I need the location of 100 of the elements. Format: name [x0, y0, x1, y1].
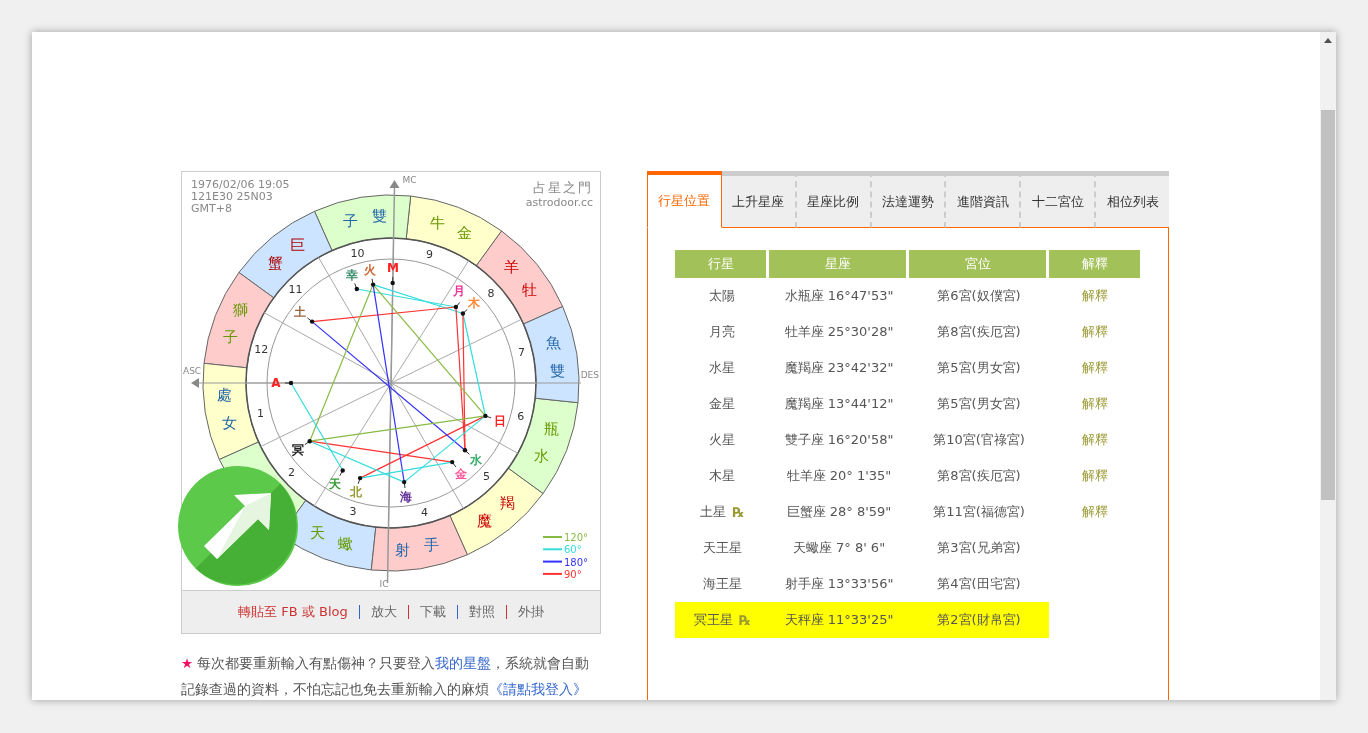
planet-label: 冥 — [291, 442, 304, 457]
site-name: 占星之門 — [533, 180, 593, 195]
house-cell-text: 第10宮(官祿宮) — [932, 431, 1026, 449]
explain-link[interactable]: 解釋 — [1081, 467, 1108, 485]
sign-cell-text: 射手座 13°33'56" — [783, 575, 895, 593]
house-number: 2 — [287, 466, 295, 480]
tab[interactable]: 進階資訊 — [946, 171, 1022, 228]
planet-cell-text: 木星 — [708, 467, 736, 485]
tab[interactable]: 星座比例 — [796, 171, 872, 228]
planet-marker — [304, 439, 312, 446]
zodiac-label: 牛金 — [429, 213, 472, 242]
sign-cell-text: 牡羊座 20° 1'35" — [785, 467, 893, 485]
planet-marker — [339, 468, 345, 477]
sign-cell-text: 天蠍座 7° 8' 6" — [791, 539, 887, 557]
zodiac-label: 處女 — [216, 385, 237, 433]
planet-cell-text: 天王星 — [701, 539, 743, 557]
house-cell-text: 第8宮(疾厄宮) — [936, 467, 1022, 485]
house-number: 1 — [256, 406, 264, 420]
birth-info-text: 121E30 25N03 — [191, 190, 273, 203]
birth-info-text: GMT+8 — [191, 202, 232, 215]
planet-marker — [483, 413, 492, 419]
planet-marker — [462, 448, 470, 455]
arrow-icon — [204, 493, 271, 559]
axis-label: IC — [379, 579, 389, 589]
tab[interactable]: 上升星座 — [721, 171, 797, 228]
explain-link[interactable]: 解釋 — [1081, 287, 1108, 305]
planet-label: 土 — [294, 305, 307, 320]
sign-cell-text: 魔羯座 23°42'32" — [783, 359, 895, 377]
house-cell-text: 第5宮(男女宮) — [936, 359, 1022, 377]
chart-link[interactable]: 下載 — [419, 603, 446, 621]
chart-link[interactable]: 轉貼至 FB 或 Blog — [238, 603, 348, 621]
planet-label: M — [387, 261, 399, 275]
zodiac-label: 子雙 — [343, 207, 387, 230]
planet-label: 日 — [493, 413, 506, 428]
planet-label: A — [271, 376, 281, 390]
tab[interactable]: 法達運勢 — [871, 171, 947, 228]
house-cell-text: 第11宮(福德宮) — [932, 503, 1026, 521]
planet-cell-text: 水星 — [708, 359, 736, 377]
planet-label: 海 — [400, 490, 413, 504]
sign-cell: 天秤座 11°33'25" — [769, 602, 909, 638]
explain-link[interactable]: 解釋 — [1081, 323, 1108, 341]
legend-label: 120° — [564, 532, 589, 543]
planet-label: 火 — [364, 262, 377, 277]
planet-label: 月 — [453, 283, 466, 298]
planet-cell-text: 火星 — [708, 431, 736, 449]
planet-cell: 冥王星 ℞ — [675, 602, 769, 638]
column-header: 解釋 — [1049, 250, 1140, 278]
sign-cell-text: 水瓶座 16°47'53" — [783, 287, 895, 305]
planet-marker — [402, 479, 407, 489]
scrollbar[interactable] — [1320, 32, 1336, 700]
house-number: 12 — [254, 342, 269, 356]
house-number: 4 — [421, 506, 429, 520]
chart-link[interactable]: 對照 — [468, 603, 495, 621]
sign-cell-text: 牡羊座 25°30'28" — [783, 323, 895, 341]
house-cell-text: 第3宮(兄弟宮) — [936, 539, 1022, 557]
legend-label: 60° — [564, 544, 582, 556]
zodiac-label: 魚雙 — [545, 333, 566, 381]
planet-label: 木 — [467, 296, 480, 311]
chart-link[interactable]: 外掛 — [517, 603, 544, 621]
planet-marker — [306, 317, 315, 324]
sign-cell-text: 巨蟹座 28° 8'59" — [785, 503, 893, 521]
sign-cell-text: 雙子座 16°20'58" — [783, 431, 895, 449]
planet-label: 水 — [470, 453, 483, 468]
house-cell-text: 第5宮(男女宮) — [936, 395, 1022, 413]
house-cell: 第2宮(財帛宮) — [909, 602, 1049, 638]
zodiac-label: 天蠍 — [310, 524, 353, 553]
axis-label: MC — [402, 175, 417, 185]
explain-link[interactable]: 解釋 — [1081, 503, 1108, 521]
explain-link[interactable]: 解釋 — [1081, 395, 1108, 413]
zodiac-label: 羊牡 — [503, 258, 537, 299]
sign-cell-text: 魔羯座 13°44'12" — [783, 395, 895, 413]
zodiac-label: 魔羯 — [476, 494, 515, 531]
planet-cell-text: 海王星 — [701, 575, 743, 593]
tab[interactable]: 行星位置 — [647, 171, 722, 228]
planet-cell-text: 土星 ℞ — [699, 503, 745, 522]
planet-marker — [284, 380, 294, 386]
zodiac-label: 蟹巨 — [267, 235, 306, 272]
chart-link[interactable]: 放大 — [370, 603, 397, 621]
login-link[interactable]: 《請點我登入》 — [489, 681, 587, 697]
tab[interactable]: 相位列表 — [1096, 171, 1169, 228]
zodiac-label: 射手 — [395, 536, 439, 559]
explain-link[interactable]: 解釋 — [1081, 359, 1108, 377]
column-header: 星座 — [769, 250, 909, 278]
tab[interactable]: 十二宮位 — [1021, 171, 1097, 228]
planet-label: 金 — [455, 467, 468, 481]
house-number: 7 — [518, 346, 526, 360]
house-number: 10 — [350, 246, 365, 260]
axis-label: DES — [580, 370, 599, 380]
zodiac-label: 瓶水 — [533, 420, 559, 466]
planet-cell-text: 太陽 — [708, 287, 736, 305]
legend-label: 180° — [564, 556, 589, 568]
planet-label: 北 — [349, 485, 362, 500]
house-cell-text: 第4宮(田宅宮) — [936, 575, 1022, 593]
my-chart-link[interactable]: 我的星盤 — [435, 655, 492, 671]
scrollbar-thumb[interactable] — [1321, 110, 1335, 500]
planet-marker — [370, 278, 376, 287]
explain-link[interactable]: 解釋 — [1081, 431, 1108, 449]
scroll-up-icon[interactable] — [1324, 38, 1332, 43]
legend-label: 90° — [564, 568, 582, 580]
planet-marker — [390, 276, 395, 286]
